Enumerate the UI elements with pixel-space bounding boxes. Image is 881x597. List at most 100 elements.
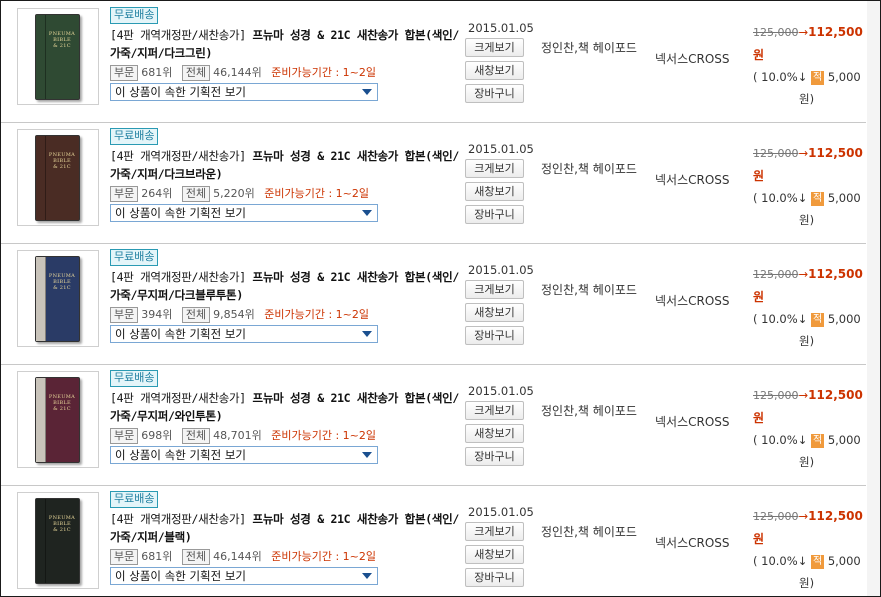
free-shipping-badge: 무료배송 <box>110 128 159 145</box>
publish-date: 2015.01.05 <box>468 142 534 156</box>
product-thumbnail[interactable]: PNEUMA BIBLE & 21C <box>17 129 99 226</box>
bible-cover-image: PNEUMA BIBLE & 21C <box>35 14 80 100</box>
publisher[interactable]: 넥서스CROSS <box>655 534 730 551</box>
free-shipping-badge: 무료배송 <box>110 249 159 266</box>
points-badge: 적 <box>810 70 825 85</box>
dropdown-arrow-icon[interactable] <box>359 86 375 98</box>
preview-button[interactable]: 크게보기 <box>465 280 524 299</box>
preview-button[interactable]: 크게보기 <box>465 401 524 420</box>
product-thumbnail[interactable]: PNEUMA BIBLE & 21C <box>17 8 99 105</box>
rank-line: 부문 681위 전체 46,144위 준비가능기간 : 1~2일 <box>110 548 460 565</box>
points-value: 5,000 <box>827 191 861 205</box>
preview-button[interactable]: 크게보기 <box>465 159 524 178</box>
preview-button[interactable]: 크게보기 <box>465 522 524 541</box>
action-buttons: 크게보기 새창보기 장바구니 <box>465 159 524 228</box>
discount-rate: ( 10.0%↓ <box>753 554 808 568</box>
add-to-cart-button[interactable]: 장바구니 <box>465 326 524 345</box>
promotion-select[interactable]: 이 상품이 속한 기획전 보기 <box>110 567 378 585</box>
new-window-button[interactable]: 새창보기 <box>465 303 524 322</box>
product-title-prefix: [4판 개역개정판/새찬송가] <box>110 512 246 526</box>
price-arrow: → <box>798 25 809 39</box>
author[interactable]: 정인찬,책 헤이포드 <box>541 160 641 179</box>
rank-part-tag: 부문 <box>110 307 139 323</box>
add-to-cart-button[interactable]: 장바구니 <box>465 205 524 224</box>
price-block: 125,000→112,500원 ( 10.0%↓ 적 5,000 원) <box>753 142 865 231</box>
add-to-cart-button[interactable]: 장바구니 <box>465 568 524 587</box>
bible-cover-image: PNEUMA BIBLE & 21C <box>35 377 80 463</box>
new-window-button[interactable]: 새창보기 <box>465 545 524 564</box>
points-value: 5,000 <box>827 433 861 447</box>
dropdown-arrow-icon[interactable] <box>359 328 375 340</box>
original-price: 125,000 <box>753 26 799 39</box>
product-row: PNEUMA BIBLE & 21C 무료배송 [4판 개역개정판/새찬송가] 프뉴… <box>1 243 866 365</box>
rank-part-value: 681위 <box>141 550 173 563</box>
rank-part-tag: 부문 <box>110 549 139 565</box>
original-price: 125,000 <box>753 389 799 402</box>
rank-total-tag: 전체 <box>181 549 211 565</box>
promotion-select-value: 이 상품이 속한 기획전 보기 <box>115 327 247 341</box>
dropdown-arrow-icon[interactable] <box>359 207 375 219</box>
rank-part-value: 264위 <box>141 187 173 200</box>
new-window-button[interactable]: 새창보기 <box>465 61 524 80</box>
preview-button[interactable]: 크게보기 <box>465 38 524 57</box>
new-window-button[interactable]: 새창보기 <box>465 424 524 443</box>
rank-total-value: 5,220위 <box>213 187 255 200</box>
author[interactable]: 정인찬,책 헤이포드 <box>541 402 641 421</box>
product-info: 무료배송 [4판 개역개정판/새찬송가] 프뉴마 성경 & 21C 새찬송가 합… <box>110 370 460 464</box>
author[interactable]: 정인찬,책 헤이포드 <box>541 523 641 542</box>
bible-spine <box>36 15 46 99</box>
publisher[interactable]: 넥서스CROSS <box>655 171 730 188</box>
cover-lettering: PNEUMA BIBLE & 21C <box>48 31 76 49</box>
action-buttons: 크게보기 새창보기 장바구니 <box>465 280 524 349</box>
publish-date: 2015.01.05 <box>468 21 534 35</box>
product-title[interactable]: [4판 개역개정판/새찬송가] 프뉴마 성경 & 21C 새찬송가 합본(색인/… <box>110 510 460 546</box>
product-title[interactable]: [4판 개역개정판/새찬송가] 프뉴마 성경 & 21C 새찬송가 합본(색인/… <box>110 268 460 304</box>
promotion-select[interactable]: 이 상품이 속한 기획전 보기 <box>110 204 378 222</box>
author[interactable]: 정인찬,책 헤이포드 <box>541 39 641 58</box>
bible-cover-image: PNEUMA BIBLE & 21C <box>35 135 80 221</box>
product-thumbnail[interactable]: PNEUMA BIBLE & 21C <box>17 371 99 468</box>
scrollbar[interactable] <box>867 1 880 596</box>
free-shipping-badge: 무료배송 <box>110 7 159 24</box>
publish-date: 2015.01.05 <box>468 505 534 519</box>
promotion-select[interactable]: 이 상품이 속한 기획전 보기 <box>110 83 378 101</box>
bible-cover-image: PNEUMA BIBLE & 21C <box>35 498 80 584</box>
points-value: 5,000 <box>827 554 861 568</box>
discount-rate: ( 10.0%↓ <box>753 70 808 84</box>
publisher[interactable]: 넥서스CROSS <box>655 50 730 67</box>
publisher[interactable]: 넥서스CROSS <box>655 413 730 430</box>
promotion-select-value: 이 상품이 속한 기획전 보기 <box>115 206 247 220</box>
new-window-button[interactable]: 새창보기 <box>465 182 524 201</box>
rank-total-value: 48,701위 <box>213 429 262 442</box>
rank-line: 부문 394위 전체 9,854위 준비가능기간 : 1~2일 <box>110 306 460 323</box>
dropdown-arrow-icon[interactable] <box>359 449 375 461</box>
product-title[interactable]: [4판 개역개정판/새찬송가] 프뉴마 성경 & 21C 새찬송가 합본(색인/… <box>110 147 460 183</box>
bible-spine <box>36 257 46 341</box>
product-title-prefix: [4판 개역개정판/새찬송가] <box>110 149 246 163</box>
product-info: 무료배송 [4판 개역개정판/새찬송가] 프뉴마 성경 & 21C 새찬송가 합… <box>110 128 460 222</box>
dropdown-arrow-icon[interactable] <box>359 570 375 582</box>
product-title[interactable]: [4판 개역개정판/새찬송가] 프뉴마 성경 & 21C 새찬송가 합본(색인/… <box>110 389 460 425</box>
rank-total-tag: 전체 <box>181 307 211 323</box>
promotion-select-value: 이 상품이 속한 기획전 보기 <box>115 448 247 462</box>
price-arrow: → <box>798 509 809 523</box>
price-arrow: → <box>798 146 809 160</box>
product-info: 무료배송 [4판 개역개정판/새찬송가] 프뉴마 성경 & 21C 새찬송가 합… <box>110 491 460 585</box>
add-to-cart-button[interactable]: 장바구니 <box>465 84 524 103</box>
product-thumbnail[interactable]: PNEUMA BIBLE & 21C <box>17 492 99 589</box>
free-shipping-badge: 무료배송 <box>110 491 159 508</box>
bible-spine <box>36 136 46 220</box>
availability-text: 준비가능기간 : 1~2일 <box>264 308 370 321</box>
promotion-select[interactable]: 이 상품이 속한 기획전 보기 <box>110 325 378 343</box>
publisher[interactable]: 넥서스CROSS <box>655 292 730 309</box>
add-to-cart-button[interactable]: 장바구니 <box>465 447 524 466</box>
free-shipping-badge: 무료배송 <box>110 370 159 387</box>
rank-part-value: 681위 <box>141 66 173 79</box>
availability-text: 준비가능기간 : 1~2일 <box>271 429 376 442</box>
author[interactable]: 정인찬,책 헤이포드 <box>541 281 641 300</box>
rank-total-value: 9,854위 <box>213 308 255 321</box>
product-thumbnail[interactable]: PNEUMA BIBLE & 21C <box>17 250 99 347</box>
points-badge: 적 <box>810 312 825 327</box>
promotion-select[interactable]: 이 상품이 속한 기획전 보기 <box>110 446 378 464</box>
product-title[interactable]: [4판 개역개정판/새찬송가] 프뉴마 성경 & 21C 새찬송가 합본(색인/… <box>110 26 460 62</box>
